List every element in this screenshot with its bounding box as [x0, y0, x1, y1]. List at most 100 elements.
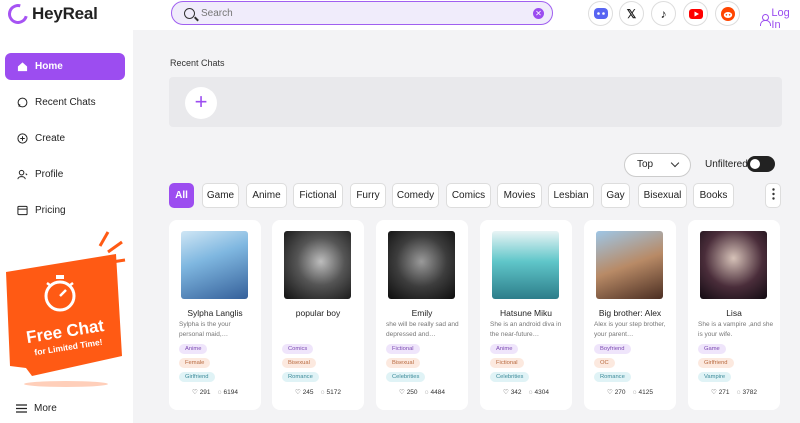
filter-game[interactable]: Game — [202, 183, 239, 208]
heart-icon: ♡ — [607, 389, 613, 396]
filter-gay[interactable]: Gay — [601, 183, 630, 208]
character-avatar — [388, 231, 455, 299]
clear-search-icon[interactable]: ✕ — [533, 7, 544, 19]
filter-bisexual[interactable]: Bisexual — [638, 183, 687, 208]
sidebar-item-recent-chats[interactable]: Recent Chats — [5, 89, 125, 116]
character-description: Alex is your step brother, your parent… — [594, 321, 666, 338]
character-stats: ♡ 291 ◌ 6194 — [169, 388, 261, 396]
character-tag[interactable]: Game — [698, 344, 726, 354]
character-card[interactable]: Lisa She is a vampire ,and she is your wi… — [688, 220, 780, 410]
login-button[interactable]: Log In — [760, 7, 800, 31]
character-tag[interactable]: Bisexual — [386, 358, 420, 368]
chats-count: 3782 — [742, 389, 757, 396]
heart-icon: ♡ — [399, 389, 405, 396]
character-name: Lisa — [726, 308, 742, 318]
chat-bubble-icon: ◌ — [424, 389, 429, 396]
character-name: Emily — [411, 308, 433, 318]
chats-count: 4484 — [430, 389, 445, 396]
filter-lesbian[interactable]: Lesbian — [548, 183, 594, 208]
sidebar: Home Recent Chats Create Profile Pricing — [0, 30, 133, 423]
youtube-button[interactable] — [683, 1, 708, 26]
sidebar-item-pricing[interactable]: Pricing — [5, 197, 125, 224]
heart-icon: ♡ — [295, 389, 301, 396]
character-avatar — [181, 231, 248, 299]
sidebar-item-profile[interactable]: Profile — [5, 161, 125, 188]
filter-comics[interactable]: Comics — [446, 183, 491, 208]
character-description — [282, 320, 358, 340]
unfiltered-toggle[interactable] — [747, 156, 775, 172]
character-avatar — [284, 231, 351, 299]
search-bar[interactable]: ✕ — [171, 1, 553, 25]
x-button[interactable]: 𝕏 — [619, 1, 644, 26]
chat-bubble-icon: ◌ — [320, 389, 325, 396]
character-stats: ♡ 342 ◌ 4304 — [480, 388, 572, 396]
filter-books[interactable]: Books — [693, 183, 734, 208]
recent-chats-panel: + — [169, 77, 782, 127]
character-tag[interactable]: Comics — [282, 344, 314, 354]
top-bar: HeyReal ✕ 𝕏 ♪ Log In — [0, 0, 800, 31]
character-description: She is a vampire ,and she is your wife. — [698, 321, 774, 338]
character-description: Sylpha is the your personal maid,… — [179, 321, 231, 338]
likes-count: 270 — [614, 389, 626, 396]
chevron-down-icon — [670, 158, 680, 168]
character-tag[interactable]: Female — [179, 358, 211, 368]
character-tag[interactable]: Romance — [594, 372, 631, 382]
sidebar-item-create[interactable]: Create — [5, 125, 125, 152]
home-icon — [17, 62, 28, 72]
character-tag[interactable]: Bisexual — [282, 358, 316, 368]
character-tag[interactable]: Romance — [282, 372, 319, 382]
more-label: More — [34, 403, 57, 414]
heart-icon: ♡ — [503, 389, 509, 396]
logo[interactable]: HeyReal — [4, 0, 98, 28]
more-button[interactable]: More — [16, 403, 57, 414]
user-icon — [760, 13, 772, 26]
filter-anime[interactable]: Anime — [246, 183, 287, 208]
free-chat-promo[interactable]: Free Chat for Limited Time! — [4, 228, 127, 390]
character-card[interactable]: Emily she will be really sad and depresse… — [376, 220, 468, 410]
sidebar-item-label: Recent Chats — [35, 97, 96, 108]
character-card[interactable]: popular boy Comics Bisexual Romance ♡ 245 ◌… — [272, 220, 364, 410]
likes-count: 342 — [510, 389, 522, 396]
character-card[interactable]: Hatsune Miku She is an android diva in th… — [480, 220, 572, 410]
character-tag[interactable]: Celebrities — [490, 372, 530, 382]
search-input[interactable] — [201, 7, 533, 19]
recent-chats-heading: Recent Chats — [170, 58, 225, 68]
character-card[interactable]: Sylpha Langlis Sylpha is the your persona… — [169, 220, 261, 410]
sidebar-item-label: Create — [35, 133, 66, 144]
character-name: Hatsune Miku — [500, 308, 552, 318]
new-chat-button[interactable]: + — [185, 87, 217, 119]
filter-all[interactable]: All — [169, 183, 194, 208]
discord-button[interactable] — [588, 1, 613, 26]
chats-count: 6194 — [223, 389, 238, 396]
sort-dropdown[interactable]: Top — [624, 153, 691, 177]
chats-count: 5172 — [326, 389, 341, 396]
character-tag[interactable]: Anime — [490, 344, 519, 354]
tiktok-button[interactable]: ♪ — [651, 1, 676, 26]
character-tag[interactable]: Vampire — [698, 372, 732, 382]
character-tag[interactable]: OC — [594, 358, 615, 368]
more-filters-button[interactable] — [765, 183, 781, 208]
character-tag[interactable]: Boyfriend — [594, 344, 631, 354]
character-tag[interactable]: Fictional — [386, 344, 420, 354]
likes-count: 271 — [718, 389, 730, 396]
sidebar-item-home[interactable]: Home — [5, 53, 125, 80]
character-tag[interactable]: Girlfriend — [698, 358, 734, 368]
filter-movies[interactable]: Movies — [497, 183, 542, 208]
filter-furry[interactable]: Furry — [350, 183, 386, 208]
heart-icon: ♡ — [192, 389, 198, 396]
chat-icon — [17, 97, 28, 108]
youtube-icon — [688, 8, 703, 19]
plus-icon: + — [194, 89, 208, 114]
character-tag[interactable]: Girlfriend — [179, 372, 215, 382]
sort-selected: Top — [637, 159, 654, 170]
filter-fictional[interactable]: Fictional — [293, 183, 343, 208]
character-tag[interactable]: Fictional — [490, 358, 524, 368]
chat-bubble-icon: ◌ — [736, 389, 741, 396]
reddit-button[interactable] — [715, 1, 740, 26]
likes-count: 245 — [302, 389, 314, 396]
character-tag[interactable]: Anime — [179, 344, 208, 354]
character-card[interactable]: Big brother: Alex Alex is your step broth… — [584, 220, 676, 410]
character-tag[interactable]: Celebrities — [386, 372, 426, 382]
filter-comedy[interactable]: Comedy — [392, 183, 439, 208]
likes-count: 291 — [199, 389, 211, 396]
